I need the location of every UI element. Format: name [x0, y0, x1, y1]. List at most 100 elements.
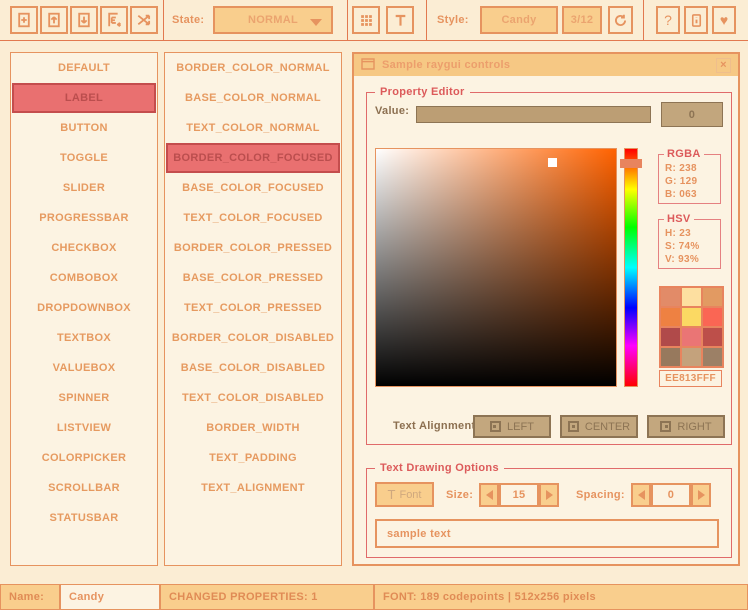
reload-icon — [613, 13, 628, 28]
color-swatch[interactable] — [703, 348, 722, 366]
control-list-item[interactable]: BUTTON — [11, 113, 157, 143]
property-list-item[interactable]: BORDER_COLOR_DISABLED — [165, 323, 341, 353]
color-swatch[interactable] — [703, 308, 722, 326]
style-name-dropdown[interactable]: Candy — [480, 6, 558, 34]
property-list-item[interactable]: TEXT_COLOR_DISABLED — [165, 383, 341, 413]
reload-style-button[interactable] — [608, 6, 633, 34]
align-left-button[interactable]: LEFT — [473, 415, 551, 438]
color-swatch[interactable] — [661, 348, 680, 366]
control-list-item[interactable]: SLIDER — [11, 173, 157, 203]
size-increase-button[interactable] — [539, 483, 559, 507]
control-list-item-label: COLORPICKER — [42, 452, 127, 464]
size-decrease-button[interactable] — [479, 483, 499, 507]
control-list-item-label: PROGRESSBAR — [39, 212, 128, 224]
property-list-item-label: BASE_COLOR_DISABLED — [181, 362, 325, 374]
control-list-item-label: COMBOBOX — [50, 272, 118, 284]
property-list-item[interactable]: BASE_COLOR_FOCUSED — [165, 173, 341, 203]
color-swatch[interactable] — [682, 308, 701, 326]
new-file-button[interactable] — [10, 6, 38, 34]
property-list-item[interactable]: BASE_COLOR_NORMAL — [165, 83, 341, 113]
property-list-item-label: BORDER_COLOR_PRESSED — [174, 242, 332, 254]
randomize-style-button[interactable] — [130, 6, 158, 34]
property-list-item-label: TEXT_ALIGNMENT — [201, 482, 305, 494]
property-list-item[interactable]: TEXT_COLOR_FOCUSED — [165, 203, 341, 233]
property-list-item[interactable]: BASE_COLOR_PRESSED — [165, 263, 341, 293]
control-list-item[interactable]: COMBOBOX — [11, 263, 157, 293]
color-swatch[interactable] — [703, 328, 722, 346]
align-right-button[interactable]: RIGHT — [647, 415, 725, 438]
hsv-h-value: H: 23 — [665, 227, 700, 240]
window-titlebar[interactable]: Sample raygui controls × — [354, 54, 738, 76]
property-editor-title: Property Editor — [375, 86, 470, 98]
control-list-item[interactable]: VALUEBOX — [11, 353, 157, 383]
spacing-value-box[interactable]: 0 — [651, 483, 691, 507]
align-left-icon — [490, 421, 501, 432]
hsv-title: HSV — [664, 213, 694, 225]
style-table-button[interactable] — [352, 6, 380, 34]
value-slider[interactable] — [416, 106, 651, 123]
control-list-item[interactable]: SCROLLBAR — [11, 473, 157, 503]
color-picker-panel[interactable] — [375, 148, 617, 387]
size-value-box[interactable]: 15 — [499, 483, 539, 507]
sponsor-button[interactable]: ♥ — [712, 6, 736, 34]
spacing-increase-button[interactable] — [691, 483, 711, 507]
font-T-icon: T — [388, 487, 396, 502]
export-file-icon — [106, 12, 122, 28]
control-list-item[interactable]: CHECKBOX — [11, 233, 157, 263]
control-list-item-label: DEFAULT — [58, 62, 110, 74]
info-button[interactable] — [684, 6, 708, 34]
open-file-button[interactable] — [40, 6, 68, 34]
hsv-group: HSV H: 23 S: 74% V: 93% — [658, 219, 721, 269]
help-button[interactable]: ? — [656, 6, 680, 34]
property-editor-group: Property Editor Value: 0 RGBA R: 238 G: … — [366, 92, 732, 445]
control-list-item[interactable]: TOGGLE — [11, 143, 157, 173]
control-list-item[interactable]: PROGRESSBAR — [11, 203, 157, 233]
color-swatch[interactable] — [682, 328, 701, 346]
control-list-item[interactable]: LABEL — [12, 83, 156, 113]
property-list-item[interactable]: BORDER_COLOR_NORMAL — [165, 53, 341, 83]
changed-properties-status: CHANGED PROPERTIES: 1 — [160, 584, 374, 610]
font-preview-button[interactable] — [386, 6, 414, 34]
text-alignment-label: Text Alignment: — [393, 420, 479, 432]
align-center-button[interactable]: CENTER — [560, 415, 638, 438]
control-list-item[interactable]: COLORPICKER — [11, 443, 157, 473]
state-dropdown[interactable]: NORMAL — [213, 6, 333, 34]
hsv-s-value: S: 74% — [665, 240, 700, 253]
sample-text-input[interactable]: sample text — [375, 519, 719, 548]
hue-bar[interactable] — [624, 148, 638, 387]
color-swatch[interactable] — [661, 328, 680, 346]
control-list-item[interactable]: DROPDOWNBOX — [11, 293, 157, 323]
control-list-item[interactable]: DEFAULT — [11, 53, 157, 83]
hex-color-value[interactable]: EE813FFF — [659, 370, 722, 387]
property-list-item[interactable]: TEXT_ALIGNMENT — [165, 473, 341, 503]
export-file-button[interactable] — [100, 6, 128, 34]
font-button[interactable]: T Font — [375, 482, 434, 507]
toolbar: State: NORMAL Style: Candy — [0, 0, 748, 41]
property-list-item[interactable]: BORDER_COLOR_FOCUSED — [166, 143, 340, 173]
style-name-input[interactable]: Candy — [60, 584, 160, 610]
property-list-item[interactable]: TEXT_PADDING — [165, 443, 341, 473]
property-list-item[interactable]: TEXT_COLOR_NORMAL — [165, 113, 341, 143]
property-list-item[interactable]: TEXT_COLOR_PRESSED — [165, 293, 341, 323]
control-list-item[interactable]: SPINNER — [11, 383, 157, 413]
hue-bar-handle[interactable] — [620, 159, 642, 168]
close-icon[interactable]: × — [716, 58, 731, 73]
control-list-item[interactable]: STATUSBAR — [11, 503, 157, 533]
property-list-item[interactable]: BORDER_COLOR_PRESSED — [165, 233, 341, 263]
color-picker-cursor[interactable] — [548, 158, 557, 167]
color-swatch[interactable] — [661, 288, 680, 306]
control-list-item[interactable]: TEXTBOX — [11, 323, 157, 353]
color-swatch[interactable] — [703, 288, 722, 306]
color-swatch[interactable] — [661, 308, 680, 326]
color-swatch[interactable] — [682, 348, 701, 366]
spacing-decrease-button[interactable] — [631, 483, 651, 507]
value-box[interactable]: 0 — [661, 102, 723, 127]
property-list-item[interactable]: BORDER_WIDTH — [165, 413, 341, 443]
color-swatch[interactable] — [682, 288, 701, 306]
property-list-item-label: BORDER_COLOR_NORMAL — [176, 62, 330, 74]
save-file-icon — [76, 12, 92, 28]
control-list-item[interactable]: LISTVIEW — [11, 413, 157, 443]
property-list-item[interactable]: BASE_COLOR_DISABLED — [165, 353, 341, 383]
save-file-button[interactable] — [70, 6, 98, 34]
name-status-label: Name: — [0, 584, 60, 610]
